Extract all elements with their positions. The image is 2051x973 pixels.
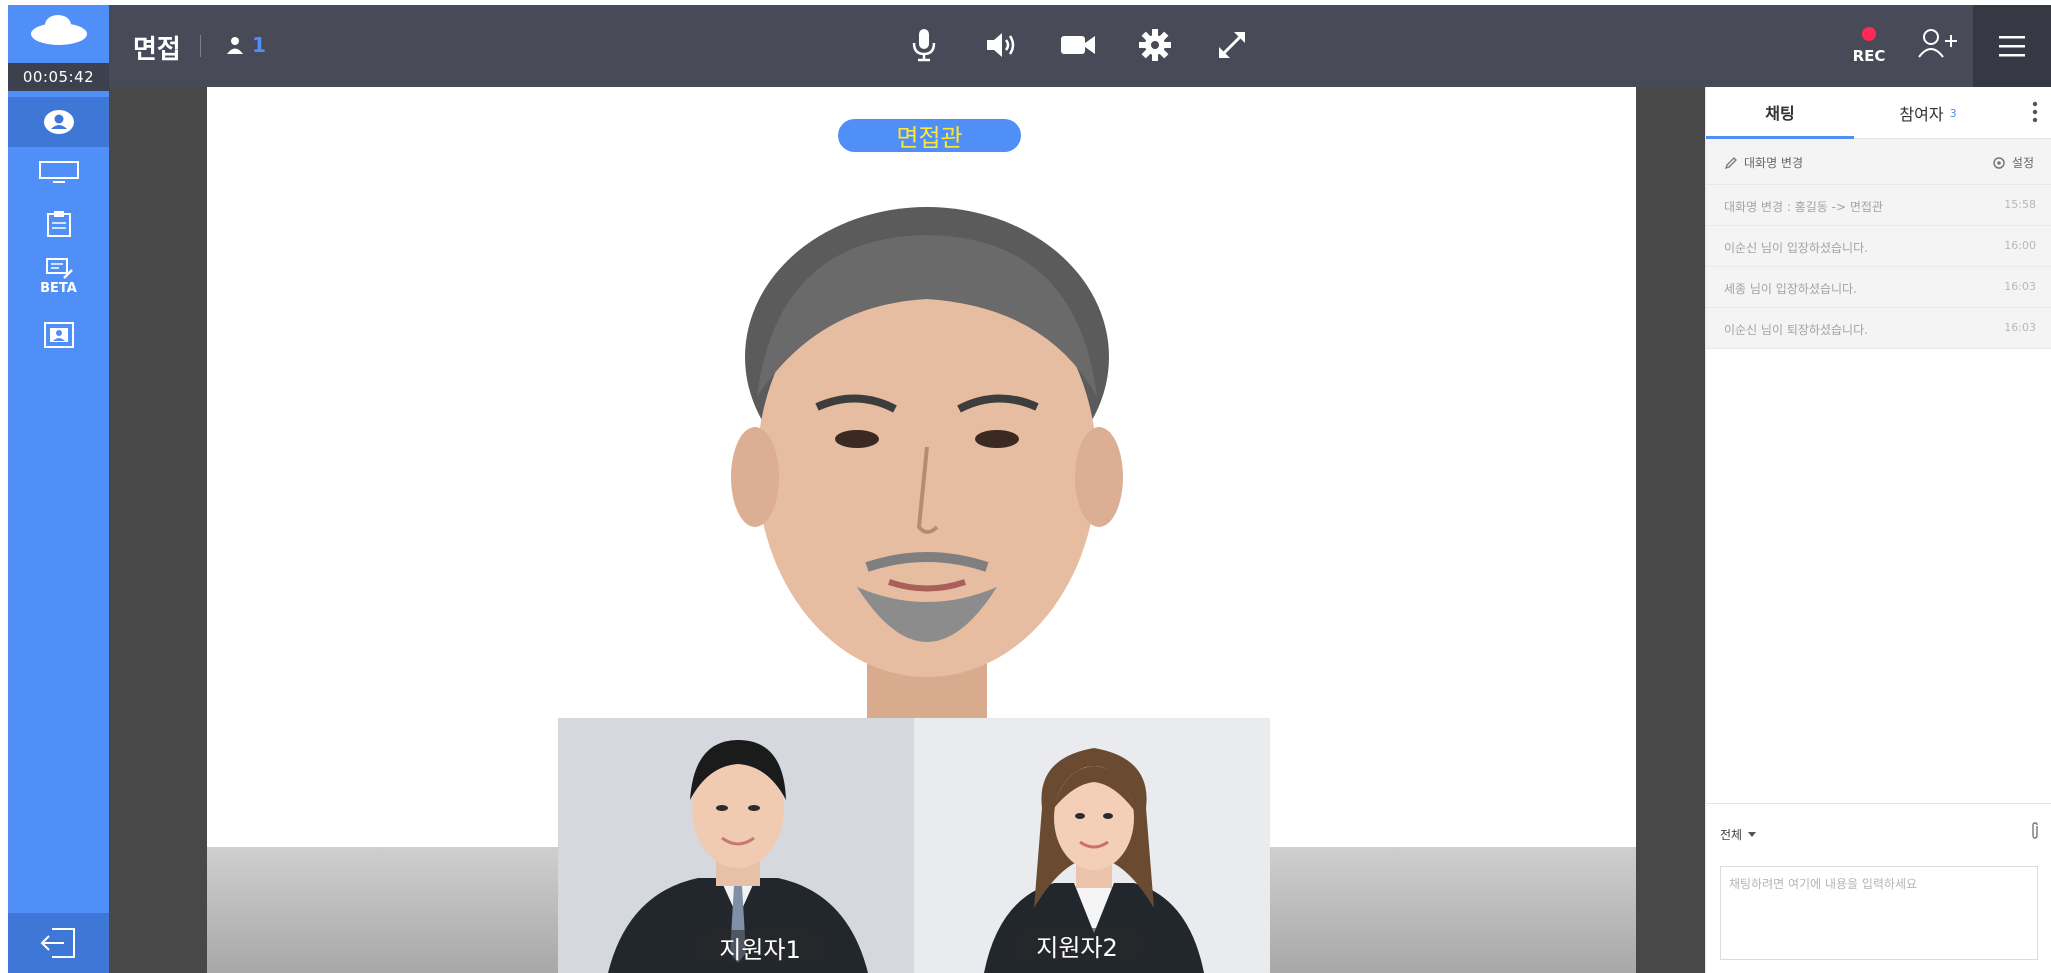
participant-tile-1[interactable]: 지원자1 <box>558 718 914 973</box>
pencil-icon <box>1724 156 1737 169</box>
applicant-1-label: 지원자1 <box>693 930 827 964</box>
record-label: REC <box>1852 47 1886 65</box>
speaker-button[interactable] <box>981 25 1021 65</box>
chat-settings-label: 설정 <box>2011 156 2034 170</box>
chat-message: 세종 님이 입장하셨습니다. 16:03 <box>1706 267 2051 308</box>
recipient-label: 전체 <box>1720 828 1743 842</box>
rename-label: 대화명 변경 <box>1744 156 1804 170</box>
person-icon <box>227 37 243 54</box>
rail-button-whiteboard-beta[interactable]: BETA <box>8 252 109 302</box>
video-stage: 면접관 지원자1 지원자2 <box>109 87 1705 973</box>
chat-message-time: 15:58 <box>2004 198 2036 211</box>
chat-message-text: 이순신 님이 입장하셨습니다. <box>1724 241 1868 255</box>
id-card-icon <box>43 322 74 348</box>
app-window: 00:05:42 BETA 면접 1 REC 면접관 지원자1 지원자2 채팅 … <box>0 0 2051 973</box>
menu-button[interactable] <box>1973 5 2051 87</box>
left-rail: 00:05:42 BETA <box>8 5 109 973</box>
tab-chat[interactable]: 채팅 <box>1706 87 1854 139</box>
rail-button-document[interactable] <box>8 199 109 249</box>
chat-message-time: 16:00 <box>2004 239 2036 252</box>
participant-thumbnails: 지원자1 지원자2 <box>558 718 1271 973</box>
record-dot-icon <box>1862 27 1876 41</box>
chat-message-text: 대화명 변경 : 홍길동 -> 면접관 <box>1724 200 1883 214</box>
paperclip-icon <box>2032 822 2038 839</box>
gear-icon <box>1993 156 2005 169</box>
chat-settings-button[interactable]: 설정 <box>1992 154 2034 171</box>
caret-down-icon <box>1748 831 1757 837</box>
top-bar: 면접 1 REC <box>109 5 2051 87</box>
user-circle-icon <box>43 110 74 134</box>
chat-message: 이순신 님이 입장하셨습니다. 16:00 <box>1706 226 2051 267</box>
chat-message-text: 세종 님이 입장하셨습니다. <box>1724 282 1857 296</box>
chat-input[interactable] <box>1720 866 2038 960</box>
fullscreen-button[interactable] <box>1212 25 1252 65</box>
participant-count[interactable]: 1 <box>226 33 266 57</box>
room-title: 면접 <box>133 35 181 65</box>
speaker-icon <box>987 33 1015 57</box>
clipboard-icon <box>46 211 71 237</box>
cloud-logo-icon <box>30 15 87 45</box>
chat-message: 이순신 님이 퇴장하셨습니다. 16:03 <box>1706 308 2051 349</box>
exit-arrow-icon <box>40 928 75 958</box>
expand-icon <box>1219 32 1245 58</box>
hamburger-icon <box>1999 36 2025 57</box>
camera-button[interactable] <box>1058 25 1098 65</box>
gear-icon <box>1139 29 1171 61</box>
tab-participants-label: 참여자 <box>1899 105 1944 124</box>
chat-toolbar: 대화명 변경 설정 <box>1706 139 2051 185</box>
invite-user-button[interactable] <box>1917 27 1959 63</box>
chat-message-text: 이순신 님이 퇴장하셨습니다. <box>1724 323 1868 337</box>
recipient-select[interactable]: 전체 <box>1720 826 1757 843</box>
tab-participants-count: 3 <box>1949 106 1957 120</box>
settings-button[interactable] <box>1135 25 1175 65</box>
beta-label: BETA <box>40 281 77 296</box>
media-controls <box>904 25 1252 65</box>
kebab-menu-icon <box>2032 101 2038 123</box>
participant-count-number: 1 <box>252 33 266 57</box>
title-divider <box>200 35 201 57</box>
main-video[interactable]: 면접관 지원자1 지원자2 <box>207 87 1636 973</box>
chat-message-time: 16:03 <box>2004 280 2036 293</box>
rail-button-screen-share[interactable] <box>8 148 109 198</box>
add-user-icon <box>1918 29 1957 58</box>
tab-participants[interactable]: 참여자 3 <box>1854 87 2002 139</box>
rail-button-video[interactable] <box>8 97 109 147</box>
video-camera-icon <box>1061 36 1095 54</box>
mic-button[interactable] <box>904 25 944 65</box>
whiteboard-pen-icon <box>45 258 73 279</box>
rail-button-profile[interactable] <box>8 310 109 360</box>
exit-button[interactable] <box>8 913 109 973</box>
panel-more-button[interactable] <box>2032 101 2038 127</box>
chat-composer: 전체 <box>1706 803 2051 973</box>
tab-chat-label: 채팅 <box>1765 103 1795 123</box>
chat-panel: 채팅 참여자 3 대화명 변경 설정 대화명 변경: 홍길동 -> 면접관 1… <box>1705 87 2051 973</box>
chat-message: 대화명 변경 : 홍길동 -> 면접관 15:58 <box>1706 185 2051 226</box>
participant-tile-2[interactable]: 지원자2 <box>914 718 1270 973</box>
microphone-icon <box>912 29 936 62</box>
chat-message-time: 16:03 <box>2004 321 2036 334</box>
chat-message-list: 대화명 변경 : 홍길동 -> 면접관 15:58 이순신 님이 입장하셨습니다… <box>1706 185 2051 349</box>
record-button[interactable]: REC <box>1839 23 1899 73</box>
interviewer-name-badge: 면접관 <box>838 119 1021 152</box>
panel-tabs: 채팅 참여자 3 <box>1706 87 2051 139</box>
rename-button[interactable]: 대화명 변경 <box>1724 154 1803 171</box>
attach-button[interactable] <box>2030 822 2040 844</box>
monitor-icon <box>38 161 79 183</box>
applicant-2-label: 지원자2 <box>1010 928 1144 962</box>
session-timer: 00:05:42 <box>8 63 109 91</box>
logo <box>8 5 109 63</box>
